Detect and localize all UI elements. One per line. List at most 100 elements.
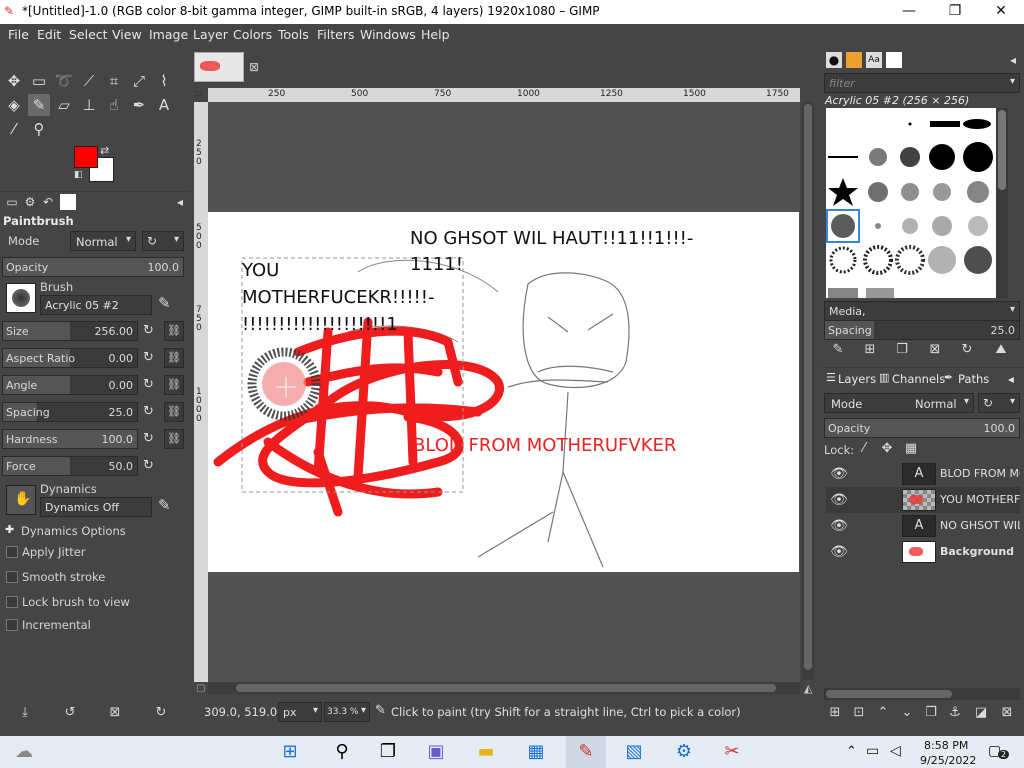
close-button[interactable]: ✕ bbox=[978, 0, 1024, 24]
brush-as-image-icon[interactable]: ⛰ bbox=[992, 341, 1010, 359]
zoom-dropdown[interactable]: 33.3 % ▾ bbox=[324, 702, 370, 722]
layers-hscrollbar[interactable] bbox=[824, 688, 1020, 700]
smooth-stroke-checkbox[interactable] bbox=[6, 571, 18, 583]
image-tab-thumbnail[interactable] bbox=[194, 52, 244, 82]
apply-jitter-checkbox[interactable] bbox=[6, 546, 18, 558]
brush-preview[interactable] bbox=[6, 283, 36, 313]
snipping-tool-icon[interactable]: ✂ bbox=[712, 736, 752, 768]
clock-time[interactable]: 8:58 PM bbox=[924, 739, 968, 752]
visibility-eye-icon[interactable]: 👁 bbox=[830, 517, 848, 535]
dynamics-preview[interactable]: ✋ bbox=[6, 485, 36, 515]
edit-dynamics-icon[interactable]: ✎ bbox=[158, 496, 171, 514]
menu-file[interactable]: File bbox=[8, 27, 29, 42]
layer-row[interactable]: 👁 Background bbox=[826, 539, 1020, 565]
undo-history-tab-icon[interactable]: ↶ bbox=[40, 194, 56, 210]
images-tab-icon[interactable] bbox=[60, 194, 76, 210]
fonts-tab-icon[interactable]: Aa bbox=[866, 52, 882, 68]
swap-colors-icon[interactable]: ⇄ bbox=[100, 144, 109, 157]
delete-brush-icon[interactable]: ⊠ bbox=[926, 341, 944, 359]
aspect-ratio-slider[interactable]: Aspect Ratio 0.00 bbox=[2, 348, 138, 368]
visibility-eye-icon[interactable]: 👁 bbox=[830, 491, 848, 509]
menu-tools[interactable]: Tools bbox=[278, 27, 309, 42]
link-angle-icon[interactable]: ⛓ bbox=[164, 375, 184, 395]
vertical-scrollbar[interactable] bbox=[802, 102, 814, 680]
ruler-corner[interactable]: ▫ bbox=[195, 89, 201, 99]
configure-tab-icon[interactable]: ◂ bbox=[172, 194, 188, 210]
lock-brush-checkbox[interactable] bbox=[6, 596, 18, 608]
link-aspect-ratio-icon[interactable]: ⛓ bbox=[164, 348, 184, 368]
menu-view[interactable]: View bbox=[112, 27, 142, 42]
menu-select[interactable]: Select bbox=[69, 27, 108, 42]
zoom-icon[interactable]: ⚲ bbox=[28, 118, 50, 140]
visibility-eye-icon[interactable]: 👁 bbox=[830, 465, 848, 483]
layers-tab-icon[interactable]: ☰ bbox=[826, 371, 836, 384]
brush-name-field[interactable]: Acrylic 05 #2 bbox=[40, 295, 152, 315]
anchor-layer-icon[interactable]: ⚓ bbox=[946, 704, 964, 722]
close-image-icon[interactable]: ⊠ bbox=[249, 60, 259, 74]
tool-options-tab-icon[interactable]: ▭ bbox=[4, 194, 20, 210]
incremental-checkbox[interactable] bbox=[6, 619, 18, 631]
fuzzy-select-icon[interactable]: ⟋ bbox=[78, 70, 100, 92]
reset-size-icon[interactable]: ↻ bbox=[143, 323, 154, 338]
image-canvas[interactable]: NO GHSOT WIL HAUT!!11!!1!!!- 1111! YOU M… bbox=[208, 212, 799, 572]
channels-tab-icon[interactable]: ▥ bbox=[879, 371, 889, 384]
layer-mode-reset[interactable]: ↻ ▾ bbox=[978, 393, 1020, 413]
search-icon[interactable]: ⚲ bbox=[322, 736, 362, 768]
file-explorer-icon[interactable]: ▬ bbox=[466, 736, 506, 768]
new-layer-group-icon[interactable]: ⊡ bbox=[850, 704, 868, 722]
force-slider[interactable]: Force 50.0 bbox=[2, 456, 138, 476]
dynamics-options-label[interactable]: Dynamics Options bbox=[21, 524, 126, 538]
start-button-icon[interactable]: ⊞ bbox=[270, 736, 310, 768]
quick-mask-icon[interactable]: ▢ bbox=[196, 683, 205, 694]
clone-icon[interactable]: ⊥ bbox=[78, 94, 100, 116]
opacity-slider[interactable]: Opacity 100.0 bbox=[2, 257, 184, 277]
menu-colors[interactable]: Colors bbox=[233, 27, 272, 42]
configure-brushes-tab-icon[interactable]: ◂ bbox=[1005, 52, 1021, 68]
text-tool-icon[interactable]: A bbox=[153, 94, 175, 116]
paintbrush-icon[interactable]: ✎ bbox=[28, 94, 50, 116]
mode-reset-button[interactable]: ↻ ▾ bbox=[142, 231, 184, 251]
edit-brush-icon[interactable]: ✎ bbox=[829, 341, 847, 359]
layer-row[interactable]: 👁 A NO GHSOT WIL I bbox=[826, 513, 1020, 539]
move-tool-icon[interactable]: ✥ bbox=[3, 70, 25, 92]
menu-edit[interactable]: Edit bbox=[37, 27, 61, 42]
reset-spacing-icon[interactable]: ↻ bbox=[143, 404, 154, 419]
color-picker-icon[interactable]: ⁄ bbox=[3, 118, 25, 140]
vertical-scroll-thumb[interactable] bbox=[804, 104, 812, 670]
weather-icon[interactable]: ☁ bbox=[4, 736, 44, 768]
refresh-brushes-icon[interactable]: ↻ bbox=[958, 341, 976, 359]
layer-mask-icon[interactable]: ◪ bbox=[972, 704, 990, 722]
network-icon[interactable]: ▭ bbox=[866, 743, 879, 759]
navigate-icon[interactable]: ◭ bbox=[804, 682, 812, 695]
brushes-tab-icon[interactable]: ● bbox=[826, 52, 842, 68]
layers-hscroll-thumb[interactable] bbox=[826, 690, 952, 698]
brush-grid[interactable] bbox=[826, 108, 996, 298]
menu-image[interactable]: Image bbox=[149, 27, 188, 42]
menu-windows[interactable]: Windows bbox=[360, 27, 416, 42]
brush-filter-input[interactable]: filter ▾ bbox=[824, 73, 1020, 93]
brush-spacing-slider[interactable]: Spacing 25.0 bbox=[824, 320, 1020, 340]
raise-layer-icon[interactable]: ⌃ bbox=[874, 704, 892, 722]
visibility-eye-icon[interactable]: 👁 bbox=[830, 543, 848, 561]
size-slider[interactable]: Size 256.00 bbox=[2, 321, 138, 341]
layer-row[interactable]: 👁 A BLOD FROM MC bbox=[826, 461, 1020, 487]
horizontal-scrollbar[interactable] bbox=[208, 682, 800, 694]
foreground-color-swatch[interactable] bbox=[74, 146, 98, 168]
duplicate-brush-icon[interactable]: ❐ bbox=[893, 341, 911, 359]
lasso-icon[interactable]: ➰ bbox=[53, 70, 75, 92]
menu-filters[interactable]: Filters bbox=[317, 27, 354, 42]
bucket-fill-icon[interactable]: ◈ bbox=[3, 94, 25, 116]
lower-layer-icon[interactable]: ⌄ bbox=[898, 704, 916, 722]
paths-tab-icon[interactable]: ✒ bbox=[944, 371, 953, 384]
reset-angle-icon[interactable]: ↻ bbox=[143, 377, 154, 392]
angle-slider[interactable]: Angle 0.00 bbox=[2, 375, 138, 395]
reset-options-icon[interactable]: ↻ bbox=[152, 704, 170, 722]
tray-chevron-icon[interactable]: ⌃ bbox=[846, 744, 857, 759]
reset-hardness-icon[interactable]: ↻ bbox=[143, 431, 154, 446]
crop-icon[interactable]: ⌗ bbox=[103, 70, 125, 92]
new-brush-icon[interactable]: ⊞ bbox=[861, 341, 879, 359]
gimp-taskbar-icon[interactable]: ✎ bbox=[566, 736, 606, 768]
store-icon[interactable]: ▦ bbox=[516, 736, 556, 768]
device-status-tab-icon[interactable]: ⚙ bbox=[22, 194, 38, 210]
unit-dropdown[interactable]: px ▾ bbox=[278, 702, 322, 722]
